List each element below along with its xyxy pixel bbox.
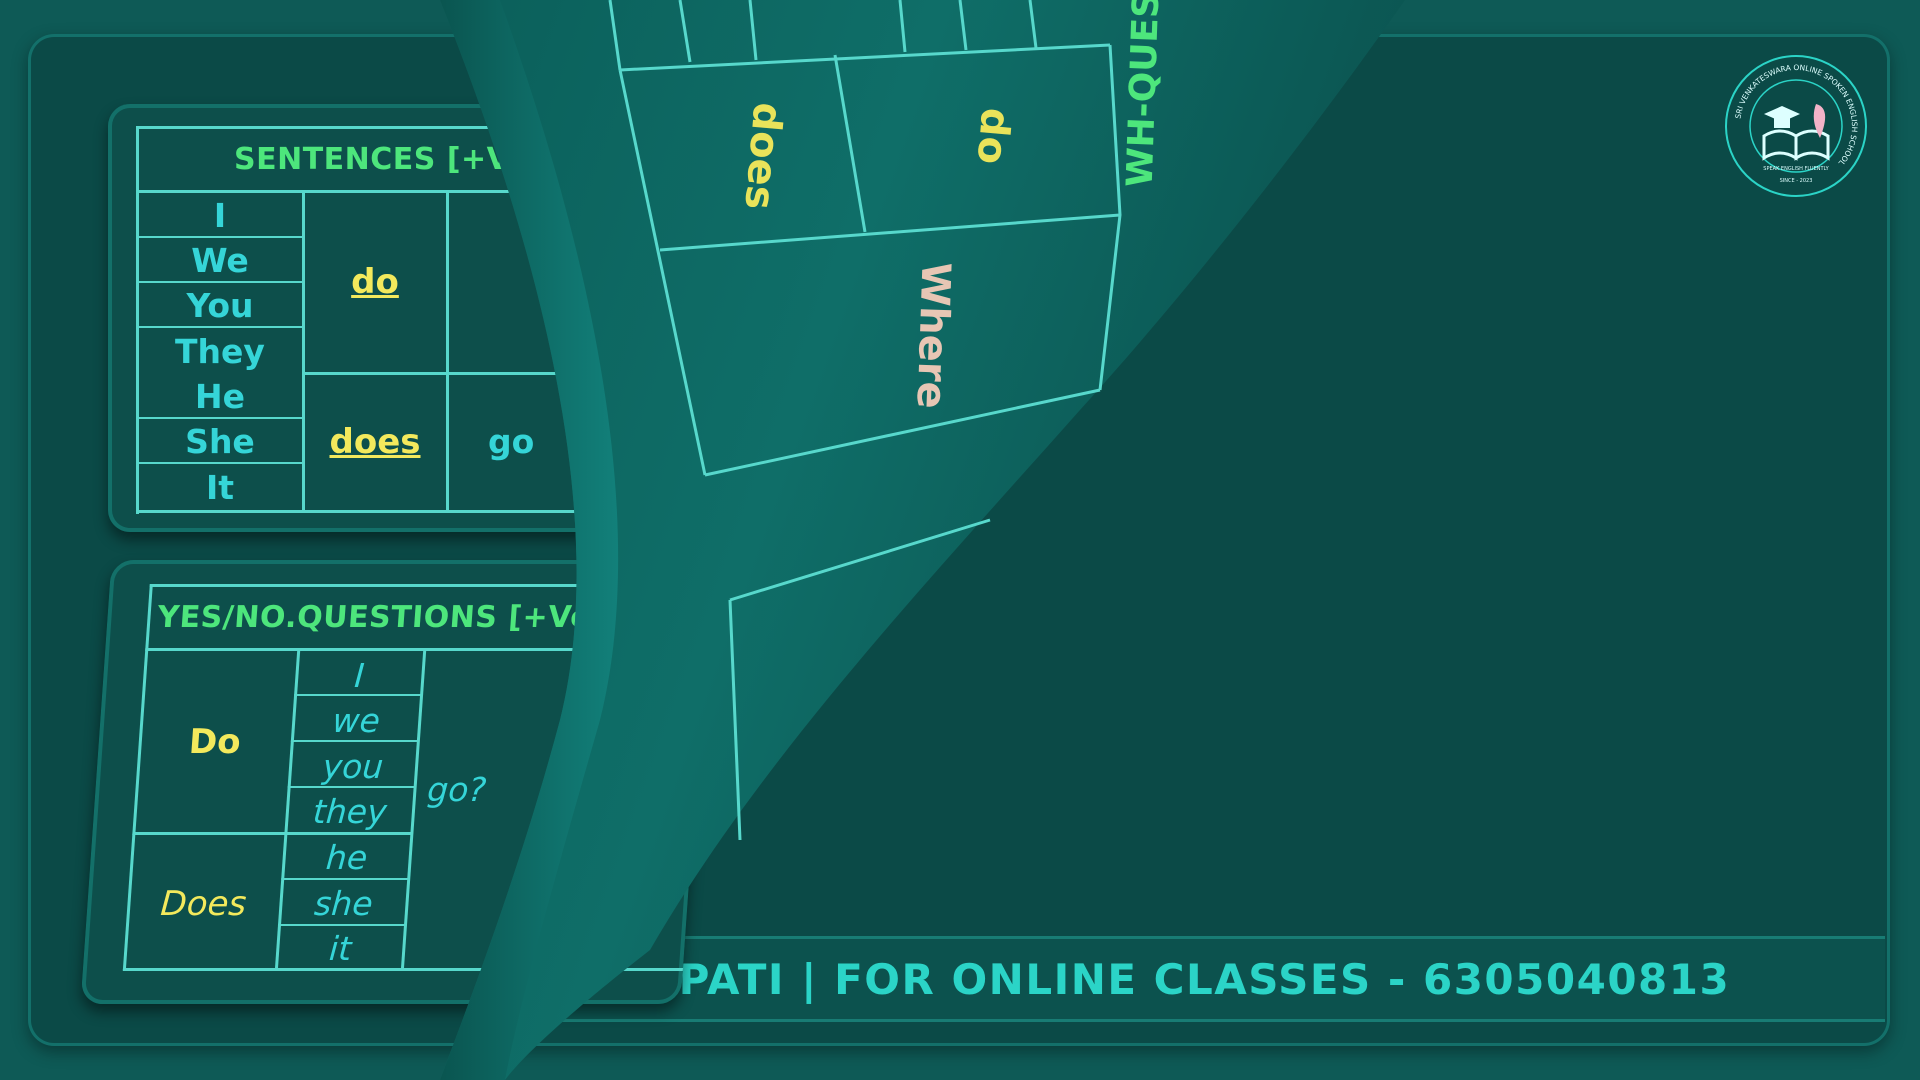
question-aux-does: Does: [159, 884, 248, 924]
pronoun-they: They: [175, 332, 265, 371]
pronoun-i: I: [213, 196, 227, 235]
contact-ticker: IRUPATI | FOR ONLINE CLASSES - 630504081…: [560, 936, 1885, 1022]
pronoun-he: He: [195, 377, 245, 416]
pronoun-we: We: [191, 241, 249, 280]
pronoun-it: It: [205, 468, 235, 507]
q-pronoun-he: he: [324, 838, 369, 877]
aux-does: does: [329, 422, 421, 462]
q-pronoun-she: she: [312, 884, 375, 923]
open-book-icon: [1762, 129, 1830, 161]
ticker-text: IRUPATI | FOR ONLINE CLASSES - 630504081…: [592, 954, 1731, 1004]
question-aux-do: Do: [187, 722, 242, 762]
sentences-title: SENTENCES [+V: [234, 142, 511, 177]
sentences-card: SENTENCES [+V I We You They He She It do…: [108, 104, 708, 532]
q-pronoun-it: it: [327, 929, 353, 968]
logo-tagline: SPEAK ENGLISH FLUENTLY: [1763, 166, 1829, 172]
q-pronoun-i: I: [353, 656, 366, 695]
q-pronoun-we: we: [331, 701, 382, 740]
graduation-cap-icon: [1764, 106, 1800, 128]
verb-go-partial: go: [488, 422, 535, 461]
yes-no-questions-card: YES/NO.QUESTIONS [+Ve] Do Does I we you …: [80, 560, 712, 1004]
logo-since: SINCE - 2023: [1780, 178, 1813, 184]
aux-do: do: [351, 262, 399, 302]
q-pronoun-you: you: [321, 747, 385, 786]
question-verb-go: go?: [426, 770, 488, 809]
school-logo: SRI VENKATESWARA ONLINE SPOKEN ENGLISH S…: [1725, 55, 1867, 197]
pronoun-she: She: [185, 422, 255, 461]
questions-title: YES/NO.QUESTIONS [+Ve]: [156, 600, 607, 635]
pronoun-you: You: [186, 286, 254, 325]
q-pronoun-they: they: [311, 792, 389, 831]
